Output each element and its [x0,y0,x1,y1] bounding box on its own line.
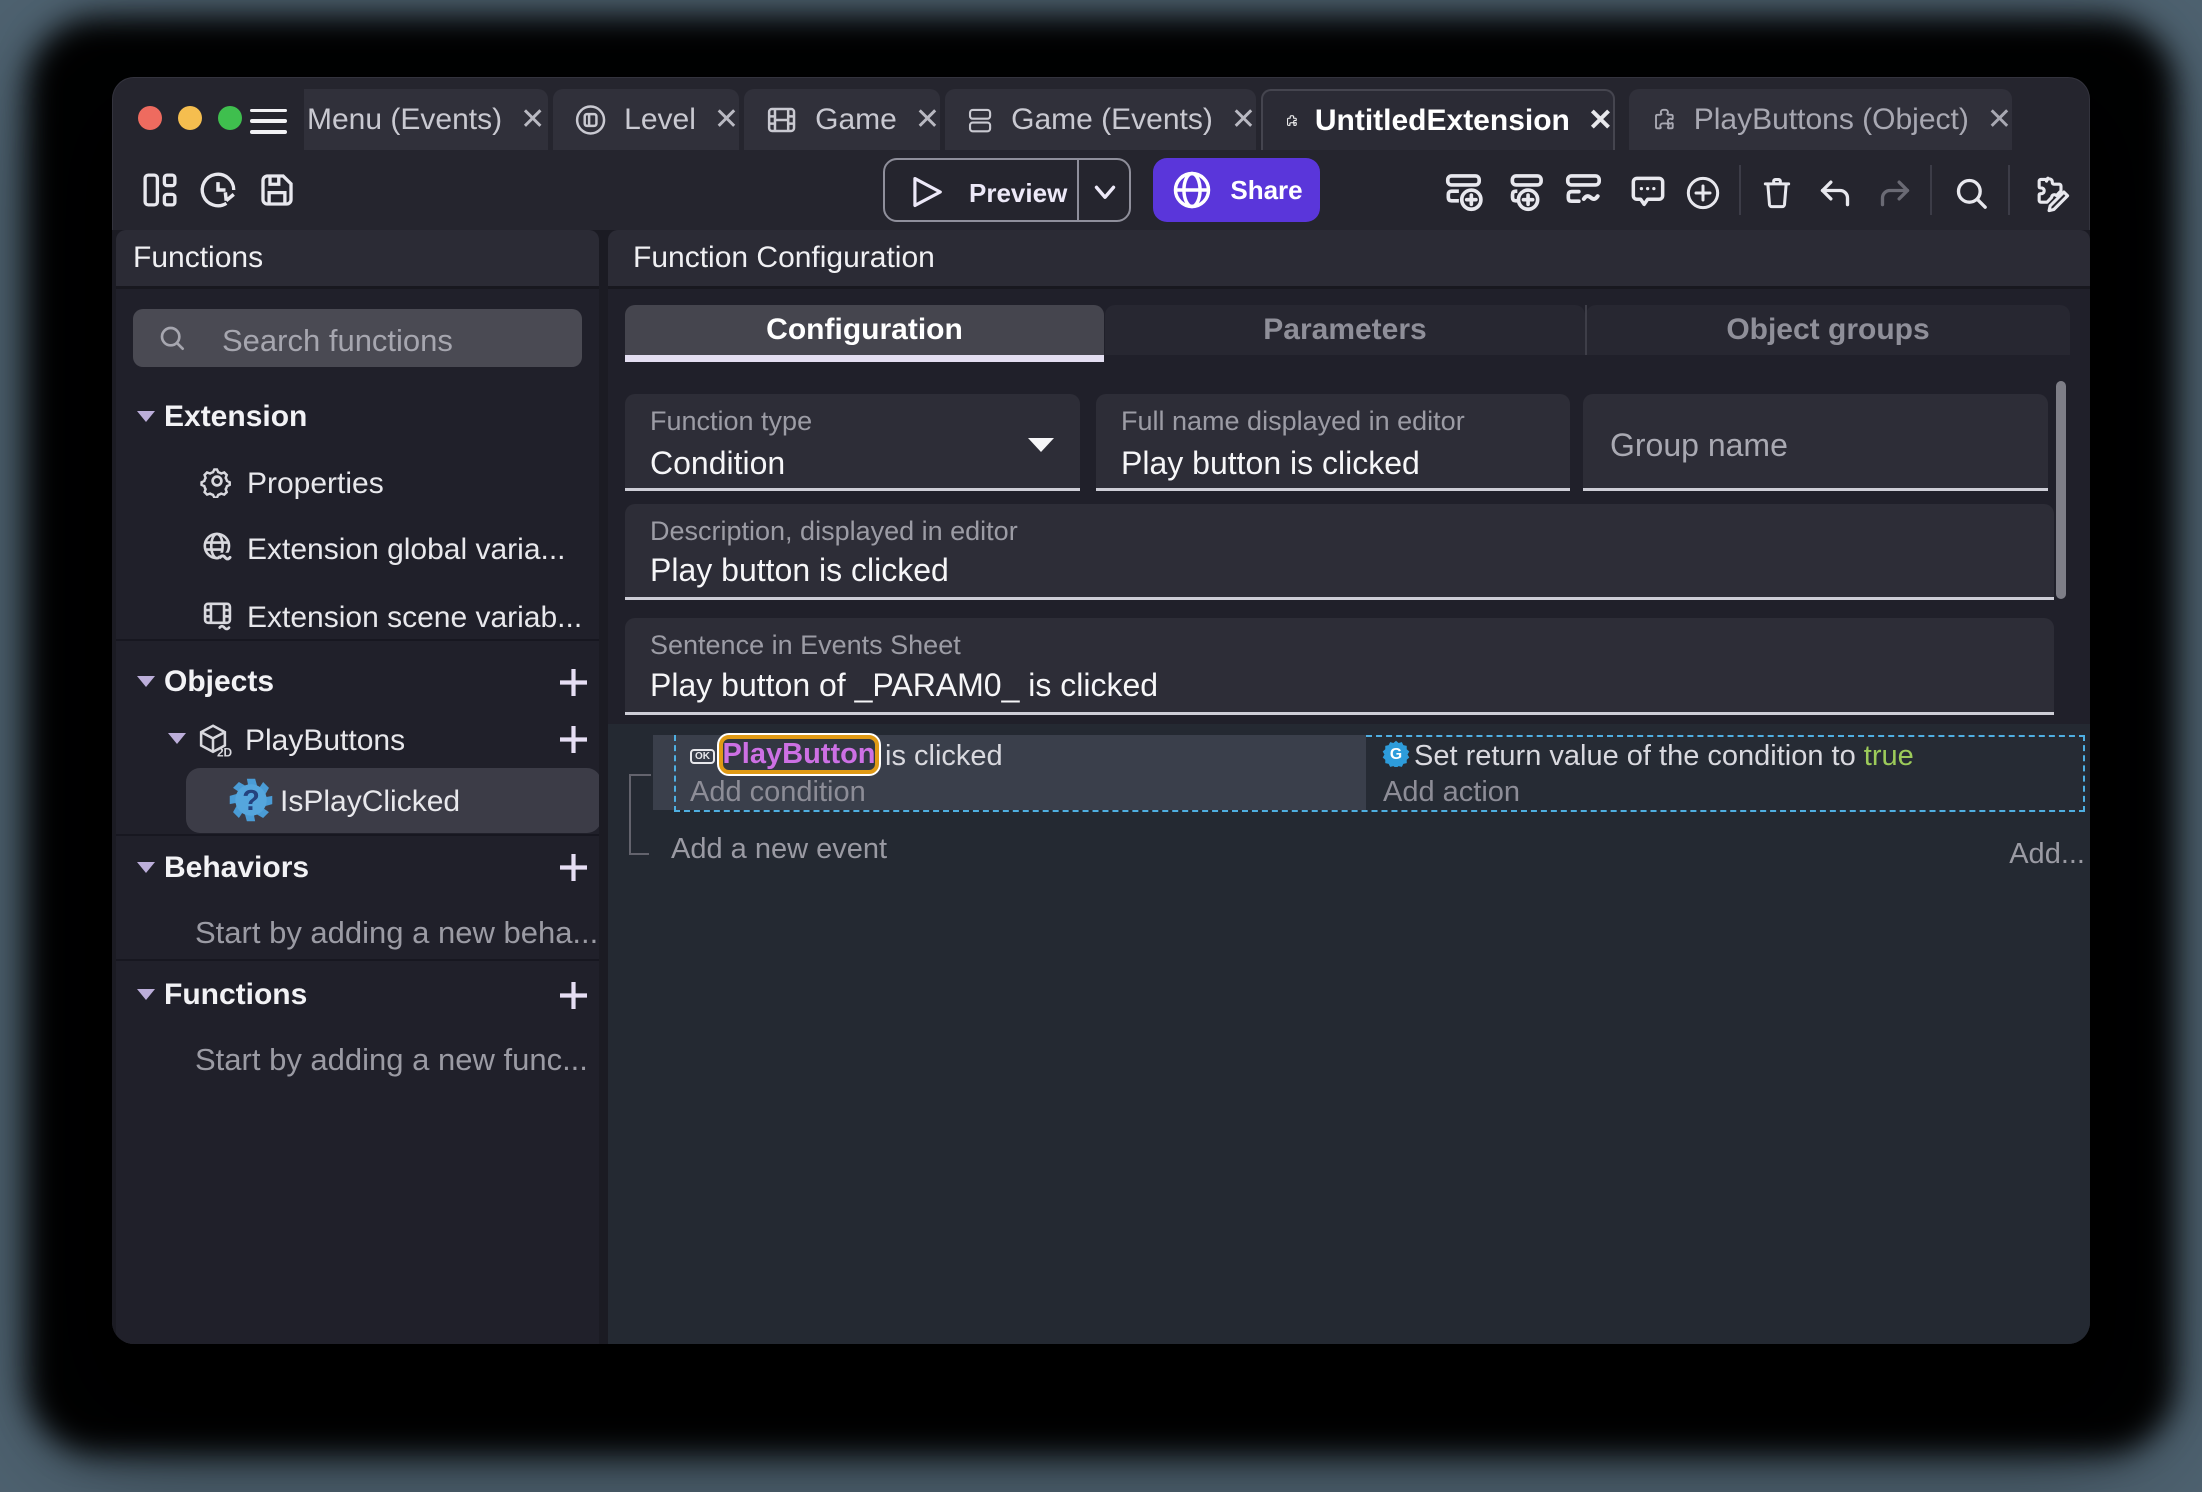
svg-text:?: ? [242,785,260,817]
svg-text:2D: 2D [217,746,232,760]
svg-text:G: G [1390,746,1402,763]
